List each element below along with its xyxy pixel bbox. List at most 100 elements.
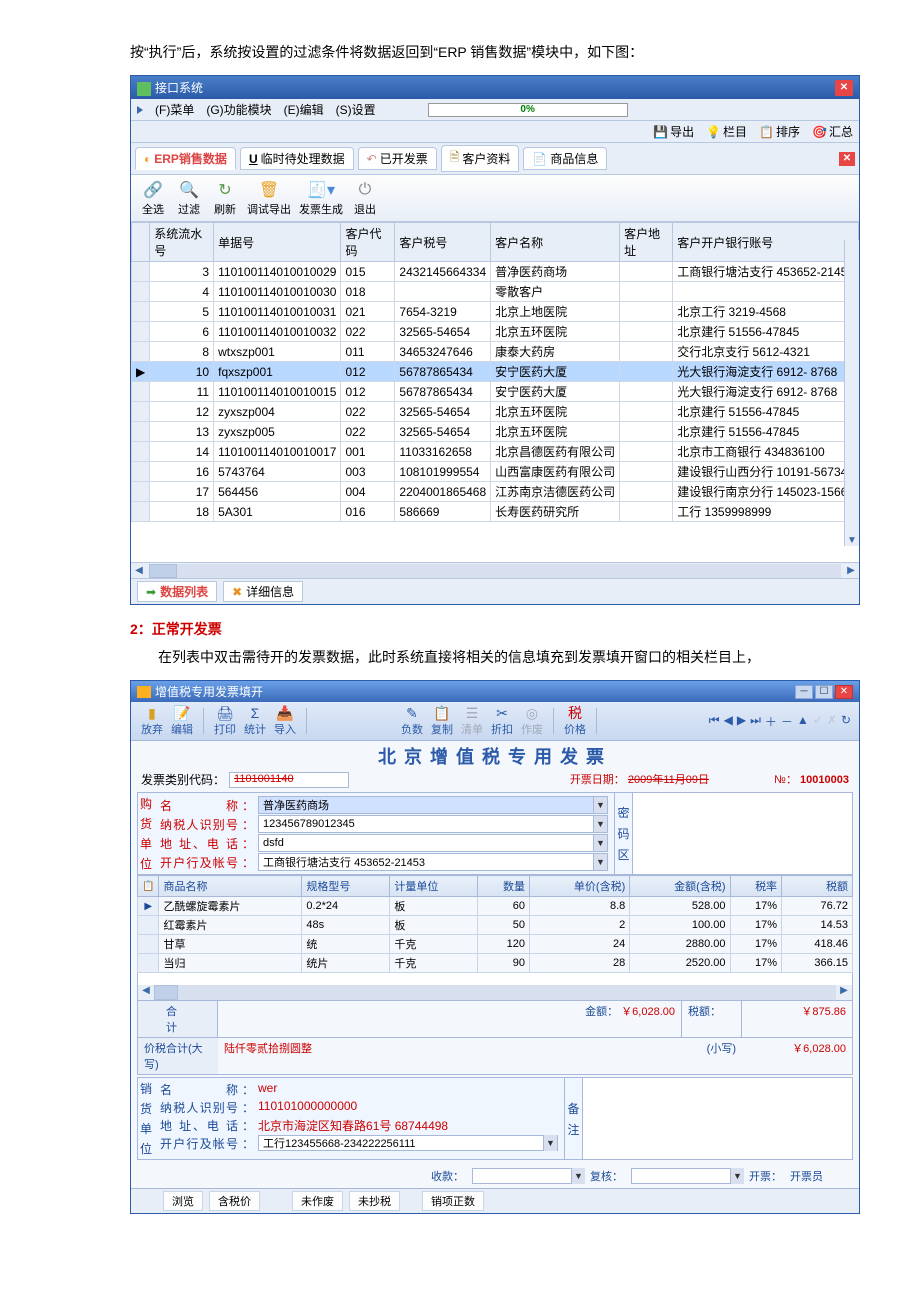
tab-erp[interactable]: ◐ERP销售数据 [135, 147, 236, 170]
table-row[interactable]: 31101001140100100290152432145664334普净医药商… [132, 262, 859, 282]
discard-button[interactable]: ▮放弃 [139, 705, 165, 737]
nav-minus[interactable]: － [781, 713, 793, 730]
table-row[interactable]: 611010011401001003202232565-54654北京五环医院北… [132, 322, 859, 342]
vertical-scrollbar[interactable]: ▼ [844, 240, 859, 546]
items-table[interactable]: 📋商品名称规格型号计量单位数量单价(含税)金额(含税)税率税额▶乙酰螺旋霉素片0… [137, 875, 853, 973]
exit-button[interactable]: ⏻退出 [351, 179, 379, 217]
seller-bank-input[interactable]: 工行123455668-234222256111▼ [258, 1135, 558, 1151]
item-col-header[interactable]: 数量 [478, 876, 530, 897]
col-header[interactable]: 客户开户银行账号 [673, 223, 859, 262]
item-row[interactable]: 当归统片千克90282520.0017%366.15 [138, 954, 853, 973]
dropdown-icon[interactable]: ▼ [593, 797, 607, 813]
nav-prev[interactable]: ◀ [724, 713, 733, 730]
nav-cancel[interactable]: ✗ [827, 713, 837, 730]
data-grid[interactable]: 系统流水号单据号客户代码客户税号客户名称客户地址客户开户银行账号31101001… [131, 222, 859, 562]
generate-invoice-button[interactable]: 🧾▾发票生成 [299, 179, 343, 217]
item-col-header[interactable]: 税额 [782, 876, 853, 897]
buyer-name-input[interactable]: 普净医药商场▼ [258, 796, 608, 814]
tab-temp[interactable]: U 临时待处理数据 [240, 147, 354, 170]
forward-icon[interactable] [137, 106, 143, 114]
table-row[interactable]: 185A301016586669长寿医药研究所工行 1359998999 [132, 502, 859, 522]
item-col-header[interactable]: 规格型号 [302, 876, 390, 897]
col-header[interactable]: 系统流水号 [150, 223, 214, 262]
dropdown-icon[interactable]: ▼ [543, 1135, 557, 1151]
list-button[interactable]: ☰清单 [459, 705, 485, 737]
item-row[interactable]: 甘草统千克120242880.0017%418.46 [138, 935, 853, 954]
export-button[interactable]: 💾 导出 [653, 123, 694, 140]
item-col-header[interactable]: 单价(含税) [530, 876, 630, 897]
tab-customer[interactable]: 🗎 客户资料 [441, 145, 520, 172]
minimize-button[interactable]: ─ [795, 685, 813, 699]
close-button[interactable]: ✕ [835, 685, 853, 699]
maximize-button[interactable]: ☐ [815, 685, 833, 699]
item-col-header[interactable]: 计量单位 [390, 876, 478, 897]
table-row[interactable]: 12zyxszp00402232565-54654北京五环医院北京建行 5155… [132, 402, 859, 422]
table-row[interactable]: 165743764003108101999554山西富康医药有限公司建设银行山西… [132, 462, 859, 482]
col-header[interactable]: 单据号 [214, 223, 341, 262]
price-button[interactable]: 税价格 [562, 705, 588, 737]
table-row[interactable]: ▶10fqxszp00101256787865434安宁医药大厦光大银行海淀支行… [132, 362, 859, 382]
table-row[interactable]: 1111010011401001001501256787865434安宁医药大厦… [132, 382, 859, 402]
tab-invoiced[interactable]: ↶ 已开发票 [358, 147, 437, 170]
code-value[interactable]: 1101001140 [229, 772, 349, 788]
horizontal-scrollbar[interactable]: ◀ ▶ [131, 562, 859, 578]
discount-button[interactable]: ✂折扣 [489, 705, 515, 737]
table-row[interactable]: 51101001140100100310217654-3219北京上地医院北京工… [132, 302, 859, 322]
copy-button[interactable]: 📋复制 [429, 705, 455, 737]
sort-button[interactable]: 📋 排序 [759, 123, 800, 140]
stats-button[interactable]: Σ统计 [242, 705, 268, 737]
filter-button[interactable]: 🔍过滤 [175, 179, 203, 217]
edit-button[interactable]: 📝编辑 [169, 705, 195, 737]
item-row[interactable]: ▶乙酰螺旋霉素片0.2*24板608.8528.0017%76.72 [138, 897, 853, 916]
menu-setting[interactable]: (S)设置 [336, 101, 376, 118]
import-button[interactable]: 📥导入 [272, 705, 298, 737]
dropdown-icon[interactable]: ▼ [593, 816, 607, 832]
col-header[interactable]: 客户税号 [395, 223, 491, 262]
table-row[interactable]: 4110100114010010030018零散客户 [132, 282, 859, 302]
negative-button[interactable]: ✎负数 [399, 705, 425, 737]
void-button[interactable]: ◎作废 [519, 705, 545, 737]
menu-file[interactable]: (F)菜单 [155, 101, 194, 118]
item-col-header[interactable]: 金额(含税) [630, 876, 730, 897]
nav-ok[interactable]: ✓ [813, 713, 823, 730]
table-row[interactable]: 175644560042204001865468江苏南京洁德医药公司建设银行南京… [132, 482, 859, 502]
item-row[interactable]: 红霉素片48s板502100.0017%14.53 [138, 916, 853, 935]
scroll-left-arrow[interactable]: ◀ [131, 565, 147, 576]
close-button[interactable]: ✕ [835, 80, 853, 96]
columns-button[interactable]: 💡 栏目 [706, 123, 747, 140]
tab-goods[interactable]: 📄 商品信息 [523, 147, 607, 170]
buyer-tax-input[interactable]: 123456789012345▼ [258, 815, 608, 833]
menu-func[interactable]: (G)功能模块 [206, 101, 271, 118]
tab-close-button[interactable]: ✕ [839, 152, 855, 166]
col-header[interactable]: 客户代码 [341, 223, 395, 262]
print-button[interactable]: 🖨打印 [212, 705, 238, 737]
debug-export-button[interactable]: 🗑调试导出 [247, 179, 291, 217]
menu-edit[interactable]: (E)编辑 [284, 101, 324, 118]
nav-refresh[interactable]: ↻ [841, 713, 851, 730]
items-h-scroll[interactable]: ◀▶ [138, 985, 852, 1000]
item-col-header[interactable]: 税率 [730, 876, 782, 897]
table-row[interactable]: 1411010011401001001700111033162658北京昌德医药… [132, 442, 859, 462]
nav-first[interactable]: ⏮ [709, 713, 720, 730]
scroll-right-arrow[interactable]: ▶ [843, 565, 859, 576]
nav-next[interactable]: ▶ [737, 713, 746, 730]
review-select[interactable]: ▼ [631, 1168, 741, 1184]
refresh-button[interactable]: ↻刷新 [211, 179, 239, 217]
summary-button[interactable]: 🎯 汇总 [812, 123, 853, 140]
bottom-tab-detail[interactable]: ✖详细信息 [223, 581, 303, 602]
payee-select[interactable]: ▼ [472, 1168, 582, 1184]
remark-area[interactable] [582, 1078, 852, 1159]
buyer-addr-input[interactable]: dsfd▼ [258, 834, 608, 852]
col-header[interactable]: 客户名称 [491, 223, 620, 262]
select-all-button[interactable]: 🔗全选 [139, 179, 167, 217]
bottom-tab-list[interactable]: ➡数据列表 [137, 581, 217, 602]
dropdown-icon[interactable]: ▼ [593, 835, 607, 851]
dropdown-icon[interactable]: ▼ [593, 854, 607, 870]
table-row[interactable]: 13zyxszp00502232565-54654北京五环医院北京建行 5155… [132, 422, 859, 442]
nav-plus[interactable]: ＋ [765, 713, 777, 730]
buyer-bank-input[interactable]: 工商银行塘沽支行 453652-21453▼ [258, 853, 608, 871]
item-col-header[interactable]: 商品名称 [159, 876, 302, 897]
nav-up[interactable]: ▲ [797, 713, 809, 730]
col-header[interactable]: 客户地址 [620, 223, 673, 262]
nav-last[interactable]: ⏭ [750, 713, 761, 730]
